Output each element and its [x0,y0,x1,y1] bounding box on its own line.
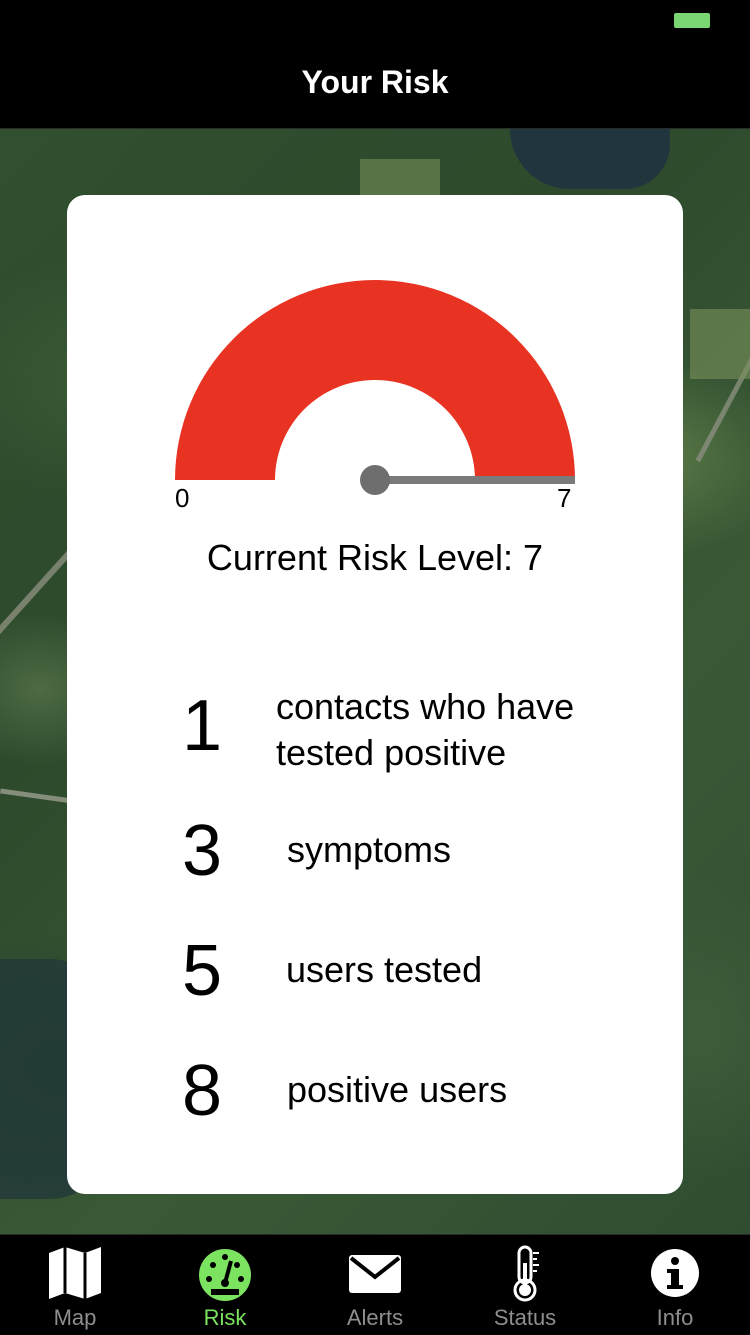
stat-label: positive users [287,1069,508,1110]
tab-info[interactable]: Info [600,1235,750,1335]
gauge-icon [199,1249,251,1301]
tab-label: Risk [203,1305,247,1330]
status-bar [0,0,750,40]
stat-label: users tested [286,949,483,990]
tab-label: Info [656,1305,694,1330]
stat-symptoms: 3 symptoms [67,815,683,925]
tab-bar: Map Risk Alerts Status Info [0,1234,750,1335]
map-field [690,309,750,379]
gauge-min-label: 0 [175,483,190,513]
tab-status[interactable]: Status [450,1235,600,1335]
navigation-bar: Your Risk [0,40,750,129]
risk-card: 0 7 Current Risk Level: 7 1 contacts who… [67,195,683,1194]
tab-label: Status [493,1305,557,1330]
thermometer-icon [513,1245,539,1302]
gauge-max-label: 7 [557,483,572,513]
map-icon [49,1247,101,1299]
map-water [510,129,670,189]
gauge-arc [175,280,575,480]
gauge-hub [360,465,390,495]
stat-users-tested: 5 users tested [67,935,683,1045]
page-title: Your Risk [301,64,449,100]
envelope-icon [349,1255,401,1293]
tab-risk[interactable]: Risk [150,1235,300,1335]
risk-gauge [175,280,575,495]
map-field [360,159,440,199]
current-risk-level: Current Risk Level: 7 [206,537,544,578]
info-icon [651,1249,699,1297]
stat-value: 3 [181,811,223,891]
stat-label: symptoms [287,829,452,870]
stat-value: 5 [181,931,223,1011]
tab-label: Map [53,1305,97,1330]
stat-positive-users: 8 positive users [67,1055,683,1165]
stat-value: 8 [181,1051,223,1131]
battery-icon [674,13,710,28]
stat-contacts-positive: 1 contacts who have tested positive [67,686,683,800]
tab-alerts[interactable]: Alerts [300,1235,450,1335]
tab-map[interactable]: Map [0,1235,150,1335]
stat-symptoms [67,690,683,800]
tab-label: Alerts [346,1305,404,1330]
